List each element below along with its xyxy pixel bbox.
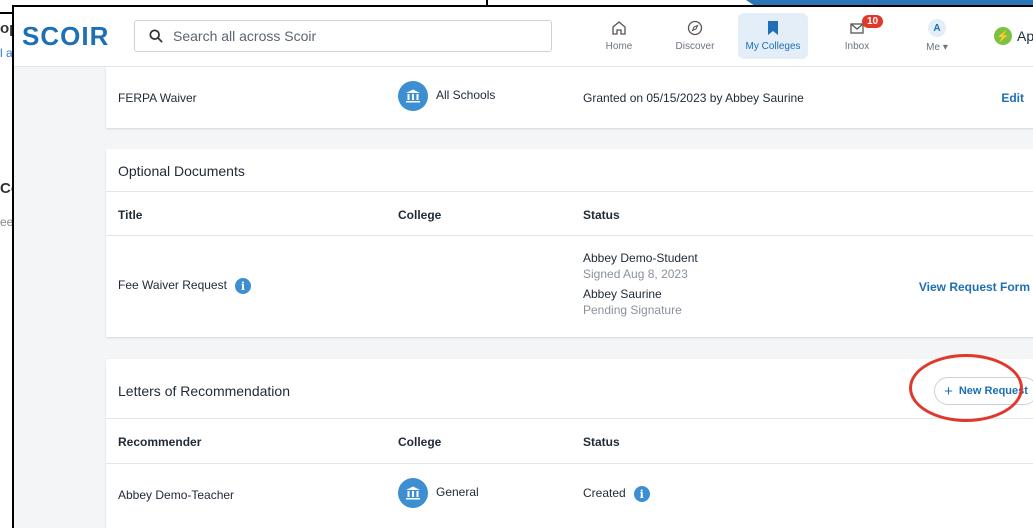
ferpa-college-label: All Schools [436, 88, 496, 103]
table-row: Abbey Demo-Teacher General Created i [106, 464, 1033, 524]
scoir-app-window: SCOIR Home Discover My Colleges 10 Inbox… [12, 5, 1033, 528]
nav-discover[interactable]: Discover [660, 13, 730, 59]
recommendation-status: Created i [583, 486, 650, 502]
letters-of-recommendation-card: Letters of Recommendation + New Request R… [106, 359, 1033, 528]
bookmark-icon [768, 21, 778, 35]
fee-waiver-title-label: Fee Waiver Request [118, 278, 227, 293]
inbox-unread-badge: 10 [862, 15, 884, 28]
letters-title: Letters of Recommendation [118, 383, 290, 399]
signer-state: Signed Aug 8, 2023 [583, 267, 688, 281]
avatar: A [928, 19, 946, 37]
nav-inbox[interactable]: 10 Inbox [822, 13, 892, 59]
ferpa-waiver-card: FERPA Waiver All Schools Granted on 05/1… [106, 67, 1033, 128]
view-request-form-link[interactable]: View Request Form [919, 280, 1030, 294]
info-icon[interactable]: i [234, 278, 251, 294]
optional-documents-column-headers: Title College Status [106, 192, 1033, 236]
optional-documents-title: Optional Documents [118, 163, 245, 179]
letters-column-headers: Recommender College Status [106, 419, 1033, 464]
scoir-logo[interactable]: SCOIR [22, 21, 109, 52]
optional-documents-card: Optional Documents Title College Status … [106, 149, 1033, 337]
info-icon[interactable]: i [633, 486, 650, 502]
app-button-label: App [1017, 28, 1033, 44]
background-link-fragment: l a [0, 46, 13, 60]
column-header-title: Title [118, 208, 143, 222]
search-input[interactable] [173, 28, 533, 44]
signer-name: Abbey Demo-Student [583, 251, 698, 265]
column-header-college: College [398, 435, 442, 449]
search-box[interactable] [134, 20, 552, 52]
fee-waiver-title: Fee Waiver Request i [118, 278, 251, 294]
column-header-college: College [398, 208, 442, 222]
recommendation-college-label: General [436, 485, 479, 500]
recommendation-college: General [398, 478, 479, 508]
signer-state: Pending Signature [583, 303, 682, 317]
ferpa-status: Granted on 05/15/2023 by Abbey Saurine [583, 91, 804, 105]
nav-me-label: Me ▾ [926, 42, 948, 53]
new-request-label: New Request [958, 385, 1028, 397]
fee-waiver-status: Abbey Demo-Student Signed Aug 8, 2023 Ab… [583, 250, 698, 318]
home-icon [612, 21, 626, 35]
table-row: Fee Waiver Request i Abbey Demo-Student S… [106, 236, 1033, 337]
nav-home[interactable]: Home [584, 13, 654, 59]
recommender-name: Abbey Demo-Teacher [118, 488, 235, 502]
chevron-down-icon: ▾ [942, 42, 948, 53]
app-button[interactable]: ⚡ App [994, 27, 1033, 45]
nav-my-colleges-label: My Colleges [745, 41, 801, 52]
column-header-recommender: Recommender [118, 435, 202, 449]
nav-home-label: Home [605, 41, 633, 52]
ferpa-college: All Schools [398, 81, 495, 111]
compass-icon [687, 20, 703, 36]
lightning-icon: ⚡ [994, 27, 1012, 45]
column-header-status: Status [583, 208, 620, 222]
optional-documents-header: Optional Documents [106, 149, 1033, 192]
nav-my-colleges[interactable]: My Colleges [738, 13, 808, 59]
ferpa-edit-link[interactable]: Edit [1001, 91, 1024, 105]
school-building-icon [398, 478, 428, 508]
ferpa-row: FERPA Waiver All Schools Granted on 05/1… [106, 67, 1033, 128]
letters-header: Letters of Recommendation + New Request [106, 359, 1033, 419]
search-icon [149, 29, 163, 43]
nav-inbox-label: Inbox [844, 41, 870, 52]
ferpa-title: FERPA Waiver [118, 91, 197, 105]
signer-name: Abbey Saurine [583, 287, 662, 301]
school-building-icon [398, 81, 428, 111]
nav-me[interactable]: A Me ▾ [902, 13, 972, 59]
recommendation-status-label: Created [583, 486, 626, 501]
plus-icon: + [944, 382, 953, 400]
top-navigation-bar: SCOIR Home Discover My Colleges 10 Inbox… [14, 7, 1033, 67]
new-request-button[interactable]: + New Request [934, 377, 1033, 405]
column-header-status: Status [583, 435, 620, 449]
nav-discover-label: Discover [675, 41, 715, 52]
